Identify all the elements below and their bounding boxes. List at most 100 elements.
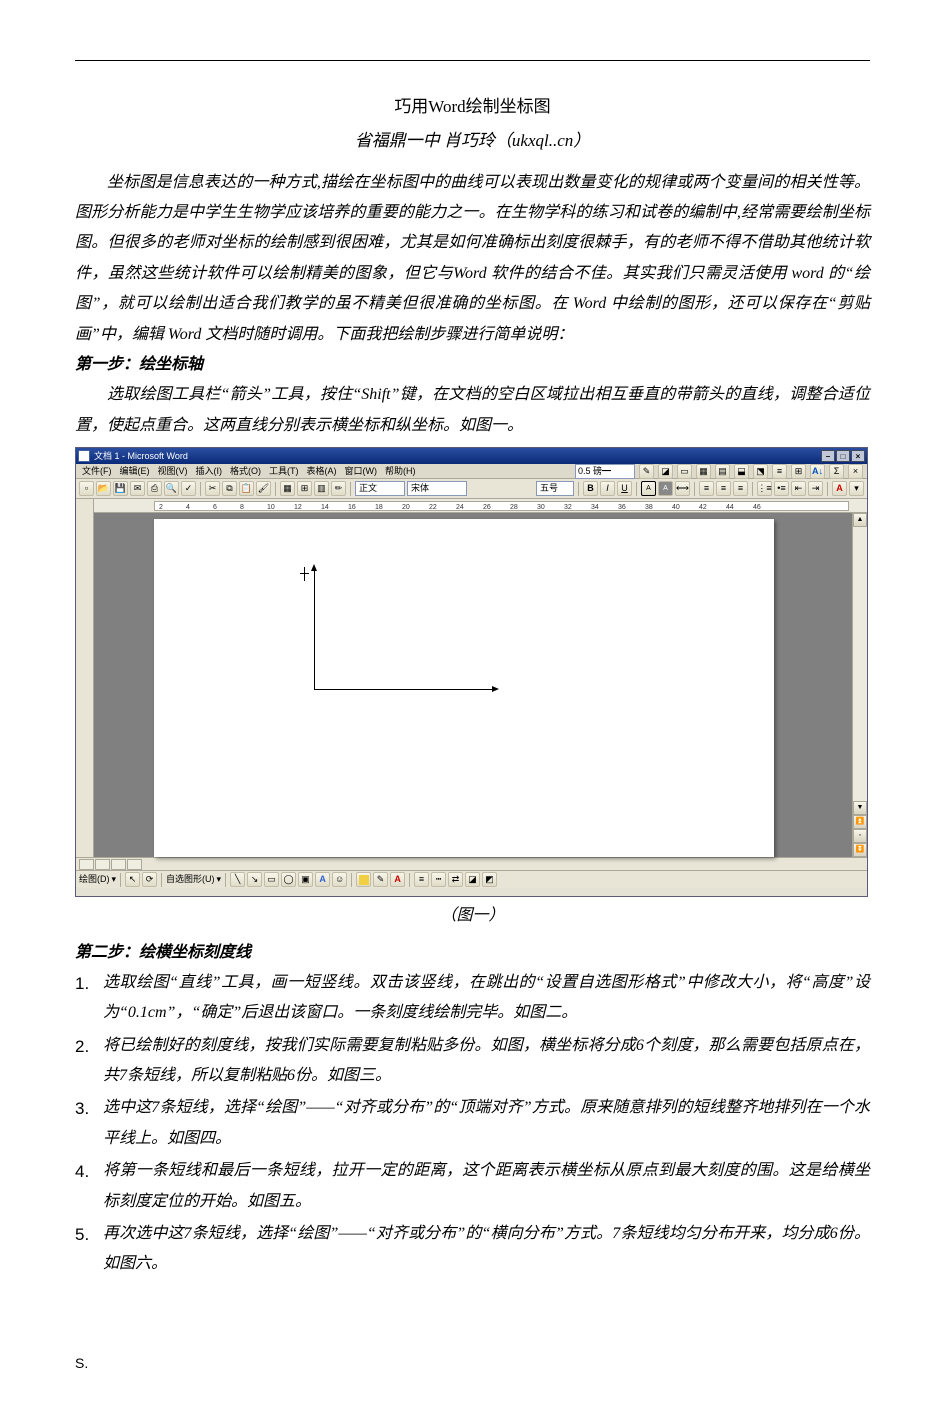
merge-icon[interactable]: ⬓: [734, 464, 749, 479]
align-icon[interactable]: ≡: [772, 464, 787, 479]
border-icon[interactable]: ▭: [677, 464, 692, 479]
menu-tools[interactable]: 工具(T): [267, 463, 301, 480]
mail-icon[interactable]: ✉: [130, 481, 145, 496]
sum-icon[interactable]: Σ: [829, 464, 844, 479]
normal-view-icon[interactable]: [79, 859, 94, 870]
preview-icon[interactable]: 🔍: [164, 481, 179, 496]
char-scale-icon[interactable]: ⟷: [675, 481, 690, 496]
menu-table[interactable]: 表格(A): [305, 463, 339, 480]
font-field[interactable]: 宋体: [407, 481, 467, 496]
style-field[interactable]: 正文: [355, 481, 405, 496]
italic-icon[interactable]: I: [600, 481, 615, 496]
ruler-scale: 2468101214161820222426283032343638404244…: [154, 501, 849, 511]
fontsize-field[interactable]: 五号: [536, 481, 574, 496]
browse-object-icon[interactable]: ◦: [853, 829, 867, 843]
font-color-icon[interactable]: A: [832, 481, 847, 496]
cut-icon[interactable]: ✂: [205, 481, 220, 496]
underline-icon[interactable]: U: [617, 481, 632, 496]
dist-icon[interactable]: ⊞: [791, 464, 806, 479]
shade-icon[interactable]: ▤: [715, 464, 730, 479]
y-axis-arrow[interactable]: [314, 569, 315, 689]
zoom-field[interactable]: 0.5 磅━: [575, 464, 635, 479]
line-style-icon[interactable]: ≡: [414, 872, 429, 887]
shadow-icon[interactable]: ◪: [465, 872, 480, 887]
char-shading-icon[interactable]: A: [658, 481, 673, 496]
tables-borders-icon[interactable]: ▦: [280, 481, 295, 496]
fill-color-icon[interactable]: [356, 872, 371, 887]
clipart-icon[interactable]: ☺: [332, 872, 347, 887]
align-center-icon[interactable]: ≡: [716, 481, 731, 496]
fmt-painter-icon[interactable]: 🖌: [256, 481, 271, 496]
bullets-icon[interactable]: •≡: [774, 481, 789, 496]
select-objects-icon[interactable]: ↖: [125, 872, 140, 887]
print-icon[interactable]: ⎙: [147, 481, 162, 496]
menu-file[interactable]: 文件(F): [80, 463, 114, 480]
draw-menu-label[interactable]: 绘图(D): [79, 871, 110, 888]
word-page[interactable]: [154, 519, 774, 857]
word-v-ruler: [76, 513, 94, 857]
save-icon[interactable]: 💾: [113, 481, 128, 496]
ruler-tick: 14: [321, 501, 329, 511]
line-tool-icon[interactable]: ╲: [230, 872, 245, 887]
grid-icon[interactable]: ▦: [696, 464, 711, 479]
menu-edit[interactable]: 编辑(E): [118, 463, 152, 480]
maximize-button[interactable]: □: [836, 450, 850, 462]
open-icon[interactable]: 📂: [96, 481, 111, 496]
3d-icon[interactable]: ◩: [482, 872, 497, 887]
ruler-tick: 24: [456, 501, 464, 511]
x-axis-arrow[interactable]: [314, 689, 494, 690]
font-color2-icon[interactable]: A: [390, 872, 405, 887]
new-icon[interactable]: ▫: [79, 481, 94, 496]
prev-page-icon[interactable]: ⏫: [853, 815, 867, 829]
bold-icon[interactable]: B: [583, 481, 598, 496]
columns-icon[interactable]: ▥: [314, 481, 329, 496]
insert-table-icon[interactable]: ⊞: [297, 481, 312, 496]
arrow-style-icon[interactable]: ⇄: [448, 872, 463, 887]
menu-insert[interactable]: 插入(I): [194, 463, 225, 480]
print-view-icon[interactable]: [111, 859, 126, 870]
web-view-icon[interactable]: [95, 859, 110, 870]
pencil-icon[interactable]: ✎: [639, 464, 654, 479]
rotate-icon[interactable]: ⟳: [142, 872, 157, 887]
menu-view[interactable]: 视图(V): [156, 463, 190, 480]
menu-help[interactable]: 帮助(H): [383, 463, 418, 480]
next-page-icon[interactable]: ⏬: [853, 843, 867, 857]
brush-icon[interactable]: ◪: [658, 464, 673, 479]
vertical-scrollbar[interactable]: ▲ ▼ ⏫ ◦ ⏬: [852, 513, 867, 857]
ruler-tick: 16: [348, 501, 356, 511]
outdent-icon[interactable]: ⇤: [791, 481, 806, 496]
list-item: 4.将第一条短线和最后一条短线，拉开一定的距离，这个距离表示横坐标从原点到最大刻…: [75, 1156, 870, 1217]
rectangle-tool-icon[interactable]: ▭: [264, 872, 279, 887]
oval-tool-icon[interactable]: ◯: [281, 872, 296, 887]
copy-icon[interactable]: ⧉: [222, 481, 237, 496]
scroll-up-icon[interactable]: ▲: [853, 513, 867, 527]
sort-az-icon[interactable]: A↓: [810, 464, 825, 479]
menu-window[interactable]: 窗口(W): [343, 463, 380, 480]
toolbar-more-icon[interactable]: ▾: [849, 481, 864, 496]
list-item: 2.将已绘制好的刻度线，按我们实际需要复制粘贴多份。如图，横坐标将分成6个刻度，…: [75, 1031, 870, 1092]
document-title: 巧用Word绘制坐标图: [75, 91, 870, 123]
dash-style-icon[interactable]: ┅: [431, 872, 446, 887]
outline-view-icon[interactable]: [127, 859, 142, 870]
indent-icon[interactable]: ⇥: [808, 481, 823, 496]
align-left-icon[interactable]: ≡: [699, 481, 714, 496]
step1-heading: 第一步：绘坐标轴: [75, 350, 870, 380]
line-color-icon[interactable]: ✎: [373, 872, 388, 887]
close-x-icon[interactable]: ×: [848, 464, 863, 479]
textbox-icon[interactable]: ▣: [298, 872, 313, 887]
align-right-icon[interactable]: ≡: [733, 481, 748, 496]
minimize-button[interactable]: –: [821, 450, 835, 462]
split-icon[interactable]: ⬔: [753, 464, 768, 479]
close-button[interactable]: ×: [851, 450, 865, 462]
numbering-icon[interactable]: ⋮≡: [757, 481, 772, 496]
autoshapes-label[interactable]: 自选图形(U): [166, 871, 215, 888]
page-footer: S.: [75, 1350, 870, 1377]
paste-icon[interactable]: 📋: [239, 481, 254, 496]
char-border-icon[interactable]: A: [641, 481, 656, 496]
spell-icon[interactable]: ✓: [181, 481, 196, 496]
menu-format[interactable]: 格式(O): [228, 463, 263, 480]
drawing-icon[interactable]: ✏: [331, 481, 346, 496]
wordart-icon[interactable]: A: [315, 872, 330, 887]
scroll-down-icon[interactable]: ▼: [853, 801, 867, 815]
arrow-tool-icon[interactable]: ↘: [247, 872, 262, 887]
